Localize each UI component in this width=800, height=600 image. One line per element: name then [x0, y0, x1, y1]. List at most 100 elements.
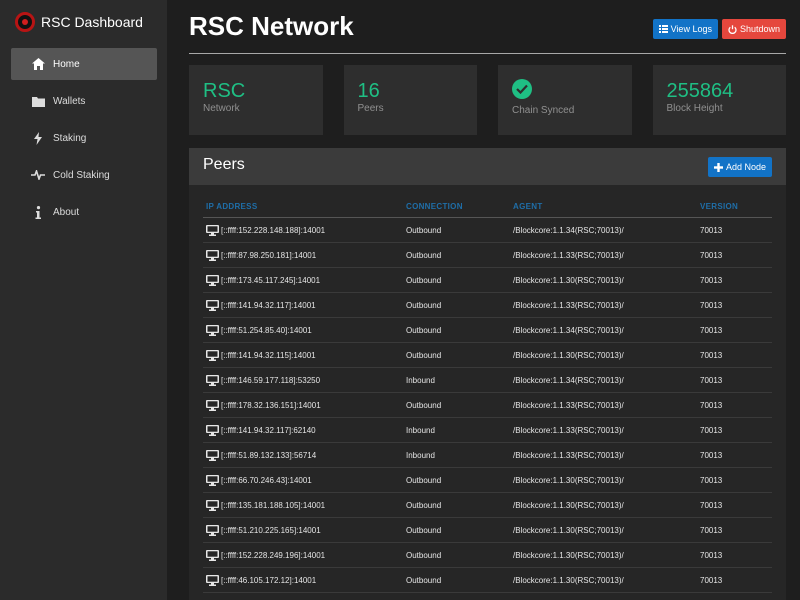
computer-icon	[206, 524, 219, 536]
peer-ip: [::ffff:51.89.132.133]:56714	[221, 450, 317, 460]
peer-agent: /Blockcore:1.1.34(RSC;70013)/	[513, 375, 624, 385]
computer-icon	[206, 299, 219, 311]
info-icon	[31, 205, 45, 219]
peer-ip-cell: [::ffff:173.45.117.245]:14001	[203, 274, 403, 286]
sidebar: RSC Dashboard Home Wallets Staking Cold …	[0, 0, 167, 600]
peer-connection: Outbound	[406, 275, 442, 285]
peer-ip: [::ffff:51.210.225.165]:14001	[221, 525, 321, 535]
column-header-ip: IP ADDRESS	[206, 202, 258, 211]
bolt-icon	[31, 131, 45, 145]
peer-version: 70013	[700, 575, 723, 585]
main-content: RSC Network View Logs Shutdown RSC Netwo…	[189, 0, 786, 600]
peer-ip-cell: [::ffff:141.94.32.115]:14001	[203, 349, 403, 361]
peer-ip-cell: [::ffff:152.228.148.188]:14001	[203, 224, 403, 236]
brand[interactable]: RSC Dashboard	[0, 0, 167, 44]
peer-ip: [::ffff:173.45.117.245]:14001	[221, 275, 321, 285]
computer-icon	[206, 324, 219, 336]
view-logs-button[interactable]: View Logs	[652, 19, 718, 39]
peer-connection: Inbound	[406, 450, 435, 460]
block-height-card: 255864 Block Height	[652, 65, 786, 135]
add-node-label: Add Node	[725, 162, 766, 172]
peer-ip: [::ffff:46.105.172.12]:14001	[221, 575, 317, 585]
peer-ip: [::ffff:152.228.148.188]:14001	[221, 225, 326, 235]
sidebar-item-cold-staking[interactable]: Cold Staking	[11, 159, 157, 191]
peers-value: 16	[357, 80, 380, 102]
block-height-value: 255864	[666, 80, 734, 102]
table-row: [::ffff:87.98.250.181]:14001 Outbound/Blo…	[203, 243, 772, 268]
column-header-version: VERSION	[700, 202, 739, 211]
table-row: [::ffff:51.254.85.40]:14001 Outbound/Bloc…	[203, 318, 772, 343]
computer-icon	[206, 449, 219, 461]
peer-ip: [::ffff:178.32.136.151]:14001	[221, 400, 321, 410]
shutdown-button[interactable]: Shutdown	[721, 19, 786, 39]
table-row: [::ffff:152.228.148.188]:14001 Outbound/B…	[203, 218, 772, 243]
chain-synced-card: Chain Synced	[498, 65, 632, 135]
computer-icon	[206, 499, 219, 511]
peer-agent: /Blockcore:1.1.33(RSC;70013)/	[513, 425, 624, 435]
peer-ip-cell: [::ffff:135.181.188.105]:14001	[203, 499, 403, 511]
stat-cards: RSC Network 16 Peers Chain Synced 255864…	[189, 65, 786, 135]
table-row: [::ffff:152.228.249.196]:14001 Outbound/B…	[203, 543, 772, 568]
peers-title: Peers	[203, 156, 245, 173]
table-row: [::ffff:141.94.32.117]:62140 Inbound/Bloc…	[203, 418, 772, 443]
peer-version: 70013	[700, 325, 723, 335]
sidebar-item-staking[interactable]: Staking	[11, 122, 157, 154]
check-circle-icon	[512, 79, 532, 99]
peer-version: 70013	[700, 500, 723, 510]
peer-ip: [::ffff:51.254.85.40]:14001	[221, 325, 312, 335]
peer-version: 70013	[700, 475, 723, 485]
peer-agent: /Blockcore:1.1.30(RSC;70013)/	[513, 275, 624, 285]
page-title: RSC Network	[189, 11, 354, 41]
add-node-button[interactable]: Add Node	[707, 157, 772, 177]
peer-ip-cell: [::ffff:66.70.246.43]:14001	[203, 474, 403, 486]
peer-connection: Outbound	[406, 300, 442, 310]
sidebar-item-label: Home	[53, 58, 80, 70]
computer-icon	[206, 424, 219, 436]
sidebar-item-label: Wallets	[53, 95, 86, 107]
network-card: RSC Network	[189, 65, 323, 135]
peer-ip: [::ffff:66.70.246.43]:14001	[221, 475, 312, 485]
peer-connection: Outbound	[406, 550, 442, 560]
peer-version: 70013	[700, 450, 723, 460]
sidebar-item-label: Cold Staking	[53, 169, 110, 181]
peers-panel: Peers Add Node IP ADDRESS CONNECTION AGE…	[189, 148, 786, 600]
peer-ip: [::ffff:141.94.32.117]:14001	[221, 300, 316, 310]
table-row: [::ffff:51.210.225.165]:14001 Outbound/Bl…	[203, 518, 772, 543]
peer-version: 70013	[700, 275, 723, 285]
peer-ip-cell: [::ffff:178.32.136.151]:14001	[203, 399, 403, 411]
peer-agent: /Blockcore:1.1.30(RSC;70013)/	[513, 575, 624, 585]
peer-ip: [::ffff:135.181.188.105]:14001	[221, 500, 326, 510]
sidebar-item-about[interactable]: About	[11, 196, 157, 228]
peer-ip: [::ffff:141.94.32.117]:62140	[221, 425, 316, 435]
computer-icon	[206, 249, 219, 261]
peer-connection: Inbound	[406, 425, 435, 435]
table-row: [::ffff:51.89.132.133]:56714 Inbound/Bloc…	[203, 443, 772, 468]
peer-ip-cell: [::ffff:46.105.172.12]:14001	[203, 574, 403, 586]
peer-connection: Outbound	[406, 250, 442, 260]
brand-title: RSC Dashboard	[41, 14, 143, 30]
table-row: [::ffff:173.45.117.245]:14001 Outbound/Bl…	[203, 268, 772, 293]
table-row: [::ffff:146.59.177.118]:53250 Inbound/Blo…	[203, 368, 772, 393]
pulse-icon	[31, 168, 45, 182]
sidebar-nav: Home Wallets Staking Cold Staking About	[0, 48, 167, 228]
table-row: [::ffff:141.94.32.117]:14001 Outbound/Blo…	[203, 293, 772, 318]
peer-agent: /Blockcore:1.1.34(RSC;70013)/	[513, 325, 624, 335]
computer-icon	[206, 474, 219, 486]
peer-connection: Outbound	[406, 350, 442, 360]
peers-card: 16 Peers	[343, 65, 477, 135]
peer-connection: Outbound	[406, 225, 442, 235]
computer-icon	[206, 399, 219, 411]
peers-label: Peers	[357, 103, 384, 114]
sidebar-item-home[interactable]: Home	[11, 48, 157, 80]
peer-version: 70013	[700, 550, 723, 560]
peer-agent: /Blockcore:1.1.30(RSC;70013)/	[513, 475, 624, 485]
peer-connection: Outbound	[406, 500, 442, 510]
peer-version: 70013	[700, 350, 723, 360]
power-icon	[728, 24, 737, 34]
peer-agent: /Blockcore:1.1.30(RSC;70013)/	[513, 525, 624, 535]
chain-synced-label: Chain Synced	[512, 105, 575, 116]
sidebar-item-wallets[interactable]: Wallets	[11, 85, 157, 117]
peer-ip-cell: [::ffff:51.89.132.133]:56714	[203, 449, 403, 461]
column-header-agent: AGENT	[513, 202, 543, 211]
peer-agent: /Blockcore:1.1.33(RSC;70013)/	[513, 300, 624, 310]
